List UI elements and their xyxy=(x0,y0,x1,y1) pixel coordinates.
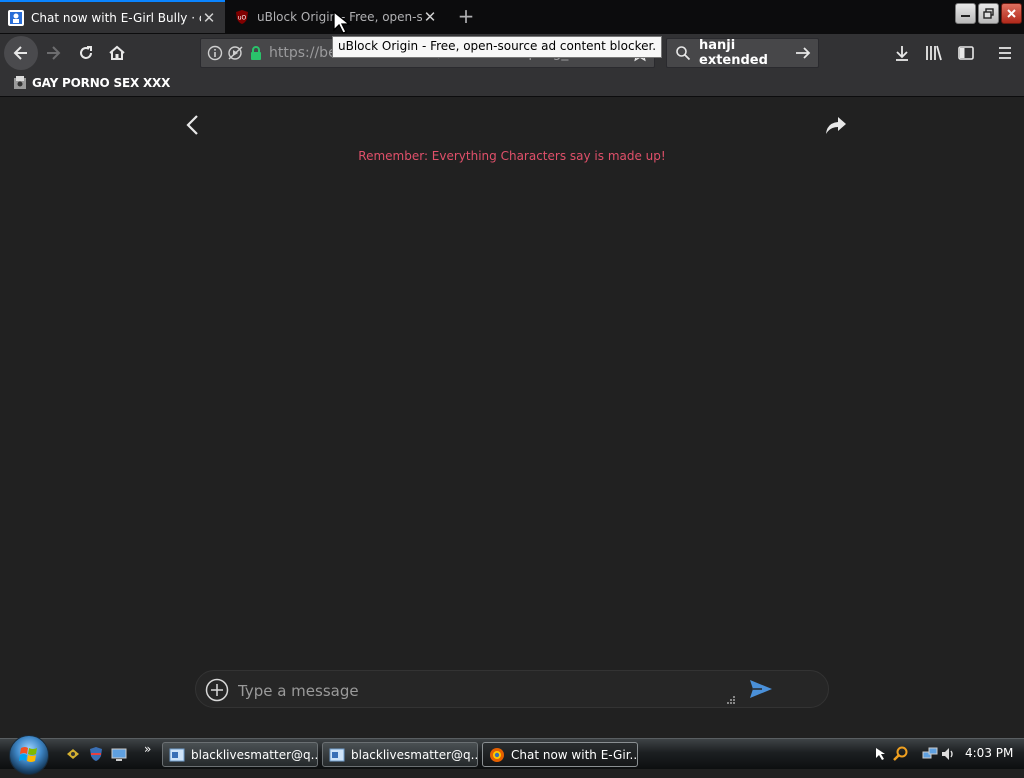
downloads-button[interactable] xyxy=(887,38,917,68)
taskbar-button-label: blacklivesmatter@q... xyxy=(351,747,478,762)
arrow-left-icon xyxy=(13,46,27,60)
character-ai-favicon-icon xyxy=(8,9,24,26)
search-input[interactable]: hanji extended xyxy=(699,38,794,68)
message-composer xyxy=(195,670,829,708)
firefox-icon xyxy=(490,747,504,762)
tab-tooltip: uBlock Origin - Free, open-source ad con… xyxy=(332,36,663,58)
bookmarks-toolbar: GAY PORNO SEX XXX xyxy=(0,72,1024,97)
window-app-icon xyxy=(329,748,345,761)
home-icon xyxy=(109,45,125,60)
back-button[interactable] xyxy=(4,36,38,70)
start-button[interactable] xyxy=(9,735,49,775)
restore-icon xyxy=(983,8,994,19)
bookmark-label: GAY PORNO SEX XXX xyxy=(32,76,171,90)
share-arrow-icon xyxy=(826,117,846,134)
message-input[interactable] xyxy=(236,679,720,703)
arrow-right-icon xyxy=(47,46,61,60)
taskbar-button[interactable]: blacklivesmatter@q... xyxy=(162,742,318,767)
svg-text:uO: uO xyxy=(238,14,247,21)
ublock-shield-icon: uO xyxy=(234,9,250,25)
window-app-icon xyxy=(169,748,185,761)
lock-icon[interactable] xyxy=(249,45,263,61)
network-icon[interactable] xyxy=(922,746,938,762)
send-icon[interactable] xyxy=(749,679,773,699)
library-icon xyxy=(926,45,942,61)
search-go-arrow-icon[interactable] xyxy=(794,44,812,62)
tab-strip: Chat now with E-Girl Bully · cre ✕ uO uB… xyxy=(0,0,1024,34)
search-bar[interactable]: hanji extended xyxy=(666,38,819,68)
page-back-button[interactable] xyxy=(183,113,203,141)
resize-handle-icon[interactable] xyxy=(726,695,736,705)
tab-close-icon[interactable]: ✕ xyxy=(201,9,217,27)
sidebar-icon xyxy=(958,46,974,60)
tab-close-icon[interactable]: ✕ xyxy=(422,8,438,26)
bookmark-item[interactable]: GAY PORNO SEX XXX xyxy=(12,75,170,91)
volume-icon[interactable] xyxy=(940,746,956,762)
window-close-button[interactable] xyxy=(1001,3,1022,24)
home-button[interactable] xyxy=(102,38,132,68)
share-button[interactable] xyxy=(824,115,848,141)
download-icon xyxy=(896,46,908,61)
taskbar-button-label: Chat now with E-Gir... xyxy=(511,747,638,762)
chevron-left-icon xyxy=(186,115,198,135)
windows-taskbar: » blacklivesmatter@q... blacklivesmatter… xyxy=(0,735,1024,775)
quicklaunch-app-icon[interactable] xyxy=(65,746,81,762)
clock[interactable]: 4:03 PM xyxy=(965,746,1013,760)
reload-button[interactable] xyxy=(71,38,101,68)
minimize-button[interactable] xyxy=(955,3,976,24)
quicklaunch-overflow-chevron-icon[interactable]: » xyxy=(144,742,151,756)
autoplay-blocked-icon[interactable] xyxy=(227,45,245,61)
library-button[interactable] xyxy=(919,38,949,68)
minimize-icon xyxy=(961,15,970,17)
tray-pointer-icon[interactable] xyxy=(875,747,889,761)
restore-button[interactable] xyxy=(978,3,999,24)
tab-title: Chat now with E-Girl Bully · cre xyxy=(31,10,201,25)
windows-logo-icon xyxy=(19,747,37,762)
quicklaunch-shield-icon[interactable] xyxy=(88,746,104,762)
tab-chat[interactable]: Chat now with E-Girl Bully · cre ✕ xyxy=(0,0,225,33)
new-tab-button[interactable]: + xyxy=(455,5,477,27)
taskbar-button-active[interactable]: Chat now with E-Gir... xyxy=(482,742,638,767)
taskbar-button-label: blacklivesmatter@q... xyxy=(191,747,318,762)
taskbar-button[interactable]: blacklivesmatter@q... xyxy=(322,742,478,767)
search-icon xyxy=(676,46,691,61)
reload-icon xyxy=(80,46,92,59)
menu-button[interactable] xyxy=(990,38,1020,68)
show-desktop-icon[interactable] xyxy=(111,746,127,762)
disclaimer-text: Remember: Everything Characters say is m… xyxy=(358,149,666,163)
add-attachment-icon[interactable] xyxy=(205,678,229,702)
hamburger-menu-icon xyxy=(999,47,1011,59)
tray-search-icon[interactable] xyxy=(893,746,909,762)
forward-button[interactable] xyxy=(38,38,68,68)
sidebar-button[interactable] xyxy=(951,38,981,68)
bookmark-folder-icon xyxy=(14,76,26,89)
info-icon[interactable] xyxy=(207,45,223,61)
close-icon xyxy=(1007,9,1016,18)
mouse-cursor-icon xyxy=(333,10,351,34)
